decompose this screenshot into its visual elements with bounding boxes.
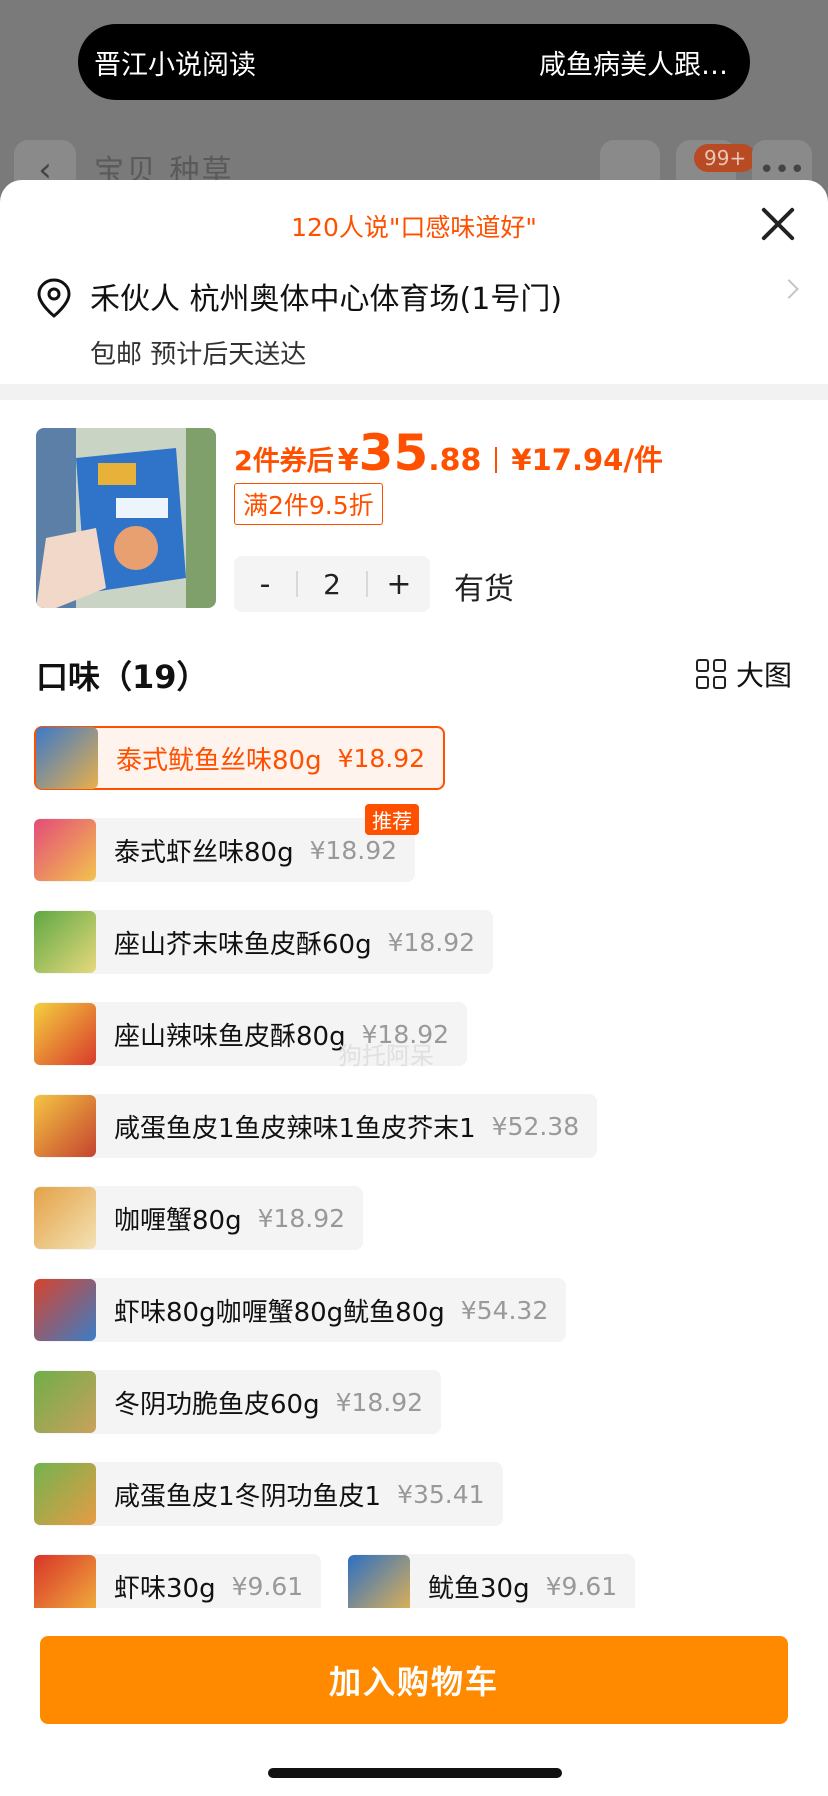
flavor-price: ¥18.92 [387,927,476,957]
flavor-option[interactable]: 泰式鱿鱼丝味80g ¥18.92 [34,726,446,790]
floating-pill[interactable]: 晋江小说阅读 咸鱼病美人跟… [78,24,750,100]
flavor-price: ¥52.38 [491,1111,580,1141]
flavor-name: 咸蛋鱼皮1鱼皮辣味1鱼皮芥末1 [114,1113,476,1144]
flavor-price: ¥35.41 [397,1479,485,1509]
flavor-thumbnail [34,1555,96,1608]
unit-price: ¥17.94/件 [511,443,663,477]
stock-status: 有货 [454,572,514,607]
flavor-price: ¥18.92 [309,835,398,865]
cart-badge: 99+ [694,144,757,172]
flavor-thumbnail [34,1187,96,1249]
flavor-option[interactable]: 冬阴功脆鱼皮60g ¥18.92 [34,1370,442,1434]
decrease-button[interactable]: - [234,567,296,602]
price-line: 2件券后 ¥ 35 .88 ¥17.94/件 [234,424,663,482]
location-pin-icon [37,278,71,318]
pill-left-text: 晋江小说阅读 [94,49,256,81]
review-banner: 120人说"口感味道好" [291,213,537,242]
quantity-value[interactable]: 2 [298,568,366,601]
quantity-stepper: - 2 + [234,556,430,612]
flavor-thumbnail [34,1371,96,1433]
flavor-option[interactable]: 咸蛋鱼皮1冬阴功鱼皮1 ¥35.41 [34,1462,503,1526]
sku-sheet: 120人说"口感味道好" 禾伙人 杭州奥体中心体育场(1号门) 包邮 预计后天送… [0,180,828,1796]
flavor-name: 虾味30g [114,1573,216,1604]
currency-symbol: ¥ [337,443,359,478]
flavor-name: 泰式鱿鱼丝味80g [116,745,322,776]
delivery-text: 包邮 预计后天送达 [90,340,307,370]
close-icon[interactable] [758,204,798,244]
flavor-option[interactable]: 泰式虾丝味80g ¥18.92 推荐 [34,804,420,882]
flavor-name: 咸蛋鱼皮1冬阴功鱼皮1 [114,1481,382,1512]
flavor-price: ¥18.92 [337,743,426,773]
grid-icon [695,659,726,689]
flavor-name: 冬阴功脆鱼皮60g [114,1389,320,1420]
flavor-name: 虾味80g咖喱蟹80g鱿鱼80g [114,1297,445,1328]
flavor-thumbnail [36,727,98,789]
price-separator [495,447,498,473]
flavor-name: 鱿鱼30g [428,1573,530,1604]
price-prefix: 2件券后 [234,446,334,477]
flavor-thumbnail [34,1463,96,1525]
discount-tag: 满2件9.5折 [234,483,383,525]
recommend-badge: 推荐 [365,804,420,835]
flavor-price: ¥9.61 [545,1571,618,1601]
home-indicator [268,1768,562,1778]
watermark: 狗托阿呆 [338,1042,434,1070]
address-text: 禾伙人 杭州奥体中心体育场(1号门) [90,282,563,317]
flavor-option[interactable]: 座山芥末味鱼皮酥60g ¥18.92 [34,910,494,974]
flavor-name: 座山辣味鱼皮酥80g [114,1021,346,1052]
flavor-thumbnail [34,1003,96,1065]
flavor-thumbnail [34,1095,96,1157]
flavor-name: 泰式虾丝味80g [114,837,294,868]
flavor-thumbnail [34,911,96,973]
flavor-option[interactable]: 虾味80g咖喱蟹80g鱿鱼80g ¥54.32 [34,1278,567,1342]
flavor-price: ¥9.61 [231,1571,304,1601]
flavor-price: ¥54.32 [460,1295,549,1325]
flavor-price: ¥18.92 [257,1203,346,1233]
flavor-option[interactable]: 咸蛋鱼皮1鱼皮辣味1鱼皮芥末1 ¥52.38 [34,1094,598,1158]
pill-right-text: 咸鱼病美人跟… [539,49,728,81]
price-decimal: .88 [428,443,482,478]
flavor-thumbnail [34,1279,96,1341]
big-image-toggle[interactable]: 大图 [695,654,792,694]
product-image[interactable] [36,428,216,608]
flavor-name: 座山芥末味鱼皮酥60g [114,929,372,960]
flavor-option[interactable]: 咖喱蟹80g ¥18.92 [34,1186,364,1250]
price-integer: 35 [358,424,429,482]
flavor-section-title: 口味（19） [36,658,209,696]
flavor-name: 咖喱蟹80g [114,1205,242,1236]
chevron-right-icon [779,279,799,299]
section-divider [0,384,828,400]
flavor-option[interactable]: 虾味30g ¥9.61 [34,1554,322,1608]
increase-button[interactable]: + [368,567,430,602]
add-to-cart-button[interactable]: 加入购物车 [40,1636,788,1724]
flavor-price: ¥18.92 [335,1387,424,1417]
flavor-option[interactable]: 鱿鱼30g ¥9.61 [348,1554,636,1608]
flavor-options: 泰式鱿鱼丝味80g ¥18.92 泰式虾丝味80g ¥18.92 推荐 座山芥末… [0,722,828,1608]
flavor-thumbnail [348,1555,410,1608]
big-image-label: 大图 [735,659,792,692]
flavor-thumbnail [34,819,96,881]
